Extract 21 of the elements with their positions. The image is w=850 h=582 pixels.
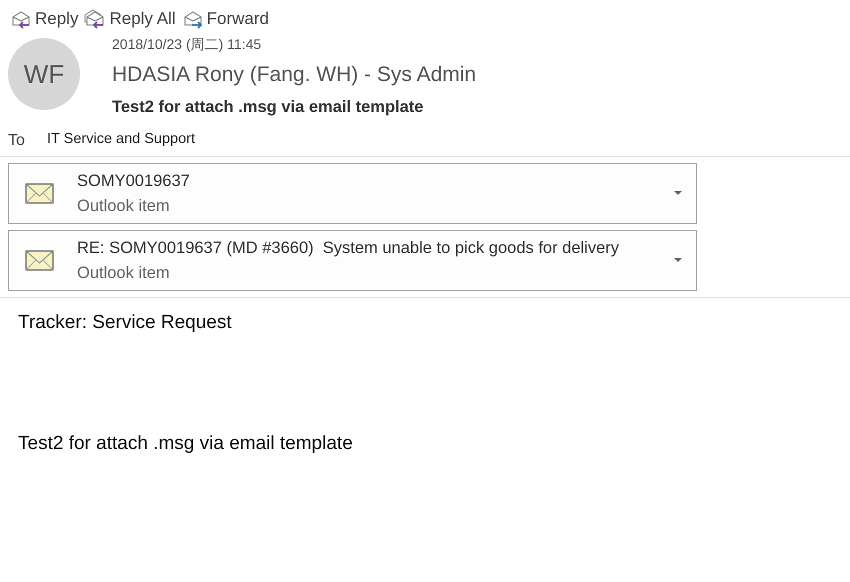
- reply-all-button[interactable]: Reply All: [84, 4, 182, 34]
- body-text: Test2 for attach .msg via email template: [17, 432, 354, 456]
- subject-text: Test2 for attach .msg via email template: [112, 96, 424, 118]
- body-text: Tracker: Service Request: [17, 311, 233, 336]
- date-text: 2018/10/23 (周二) 11:45: [112, 35, 262, 54]
- dropdown-caret-icon[interactable]: [674, 191, 682, 196]
- attachment-type: Outlook item: [77, 196, 171, 217]
- attachment-type: Outlook item: [77, 262, 171, 284]
- attachment-item[interactable]: RE: SOMY0019637 (MD #3660) System unable to pick goods for delivery Outlook item: [8, 230, 697, 292]
- to-label: To: [8, 131, 26, 152]
- recipient-name: IT Service and Support: [47, 130, 196, 150]
- envelope-icon: [25, 182, 55, 205]
- attachment-item[interactable]: SOMY0019637 Outlook item: [8, 163, 697, 224]
- forward-button[interactable]: Forward: [182, 4, 275, 34]
- attachment-name: RE: SOMY0019637 (MD #3660) System unable to pick goods for delivery: [77, 238, 620, 259]
- reply-button[interactable]: Reply: [10, 4, 84, 34]
- envelope-icon: [25, 250, 55, 272]
- avatar: WF: [8, 38, 80, 110]
- sender-name: HDASIA Rony (Fang. WH) - Sys Admin: [112, 62, 476, 88]
- attachment-name: SOMY0019637: [77, 171, 191, 192]
- dropdown-caret-icon[interactable]: [674, 258, 682, 264]
